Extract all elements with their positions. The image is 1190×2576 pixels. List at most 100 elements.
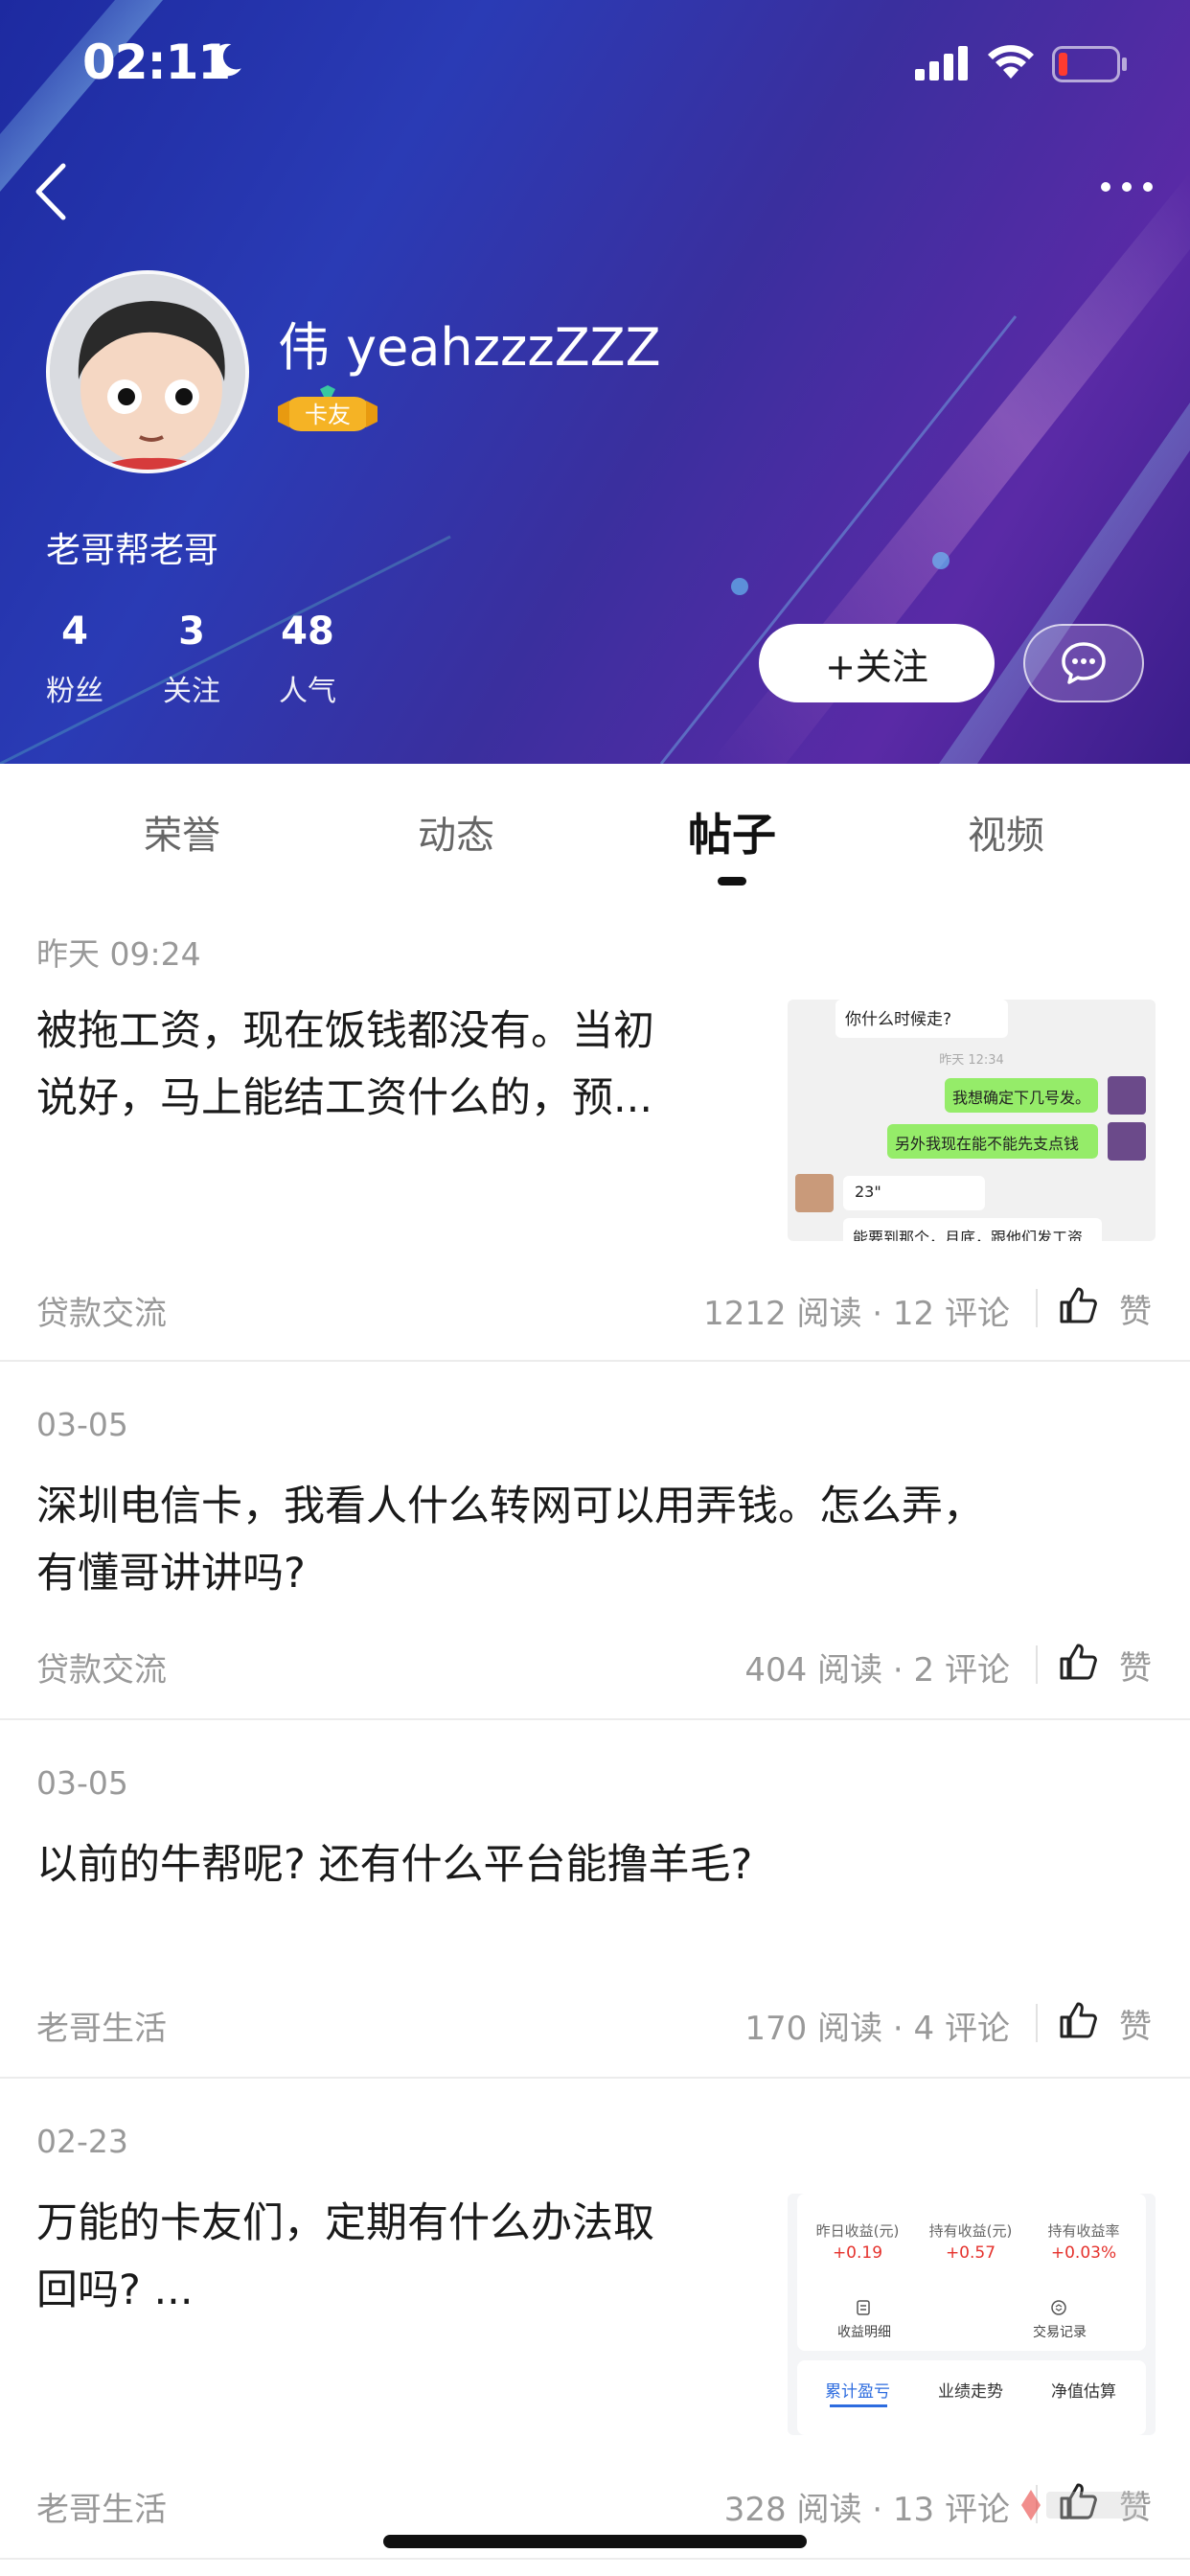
home-indicator [383, 2535, 807, 2548]
chat-bubble-outgoing: 我想确定下几号发。 [945, 1078, 1098, 1113]
like-label: 赞 [1119, 1293, 1152, 1331]
finance-tabs-card: 累计盈亏 业绩走势 净值估算 [797, 2360, 1146, 2435]
chat-voice-message: 23" [843, 1176, 985, 1210]
stat-popularity-value: 48 [281, 610, 334, 654]
finance-label: 持有收益率 [1047, 2222, 1120, 2240]
tab-videos[interactable]: 视频 [929, 804, 1083, 860]
chat-timestamp: 昨天 12:34 [939, 1053, 1004, 1068]
finance-tab: 累计盈亏 [825, 2382, 890, 2402]
profile-tabs: 荣誉 动态 帖子 视频 [0, 764, 1190, 888]
post-thumbnail-finance[interactable]: 昨日收益(元) 持有收益(元) 持有收益率 +0.19 +0.57 +0.03%… [788, 2194, 1156, 2435]
finance-tab: 业绩走势 [938, 2382, 1003, 2402]
post-stats: 328 阅读 · 13 评论 [723, 2491, 1010, 2529]
like-label: 赞 [1119, 2008, 1152, 2046]
tab-posts[interactable]: 帖子 [655, 800, 809, 863]
watermark-logo [1021, 2490, 1142, 2520]
post-item[interactable]: 02-23 万能的卡友们，定期有什么办法取 回吗? ... 昨日收益(元) 持有… [0, 2079, 1190, 2560]
divider [1036, 1289, 1038, 1327]
finance-label: 持有收益(元) [928, 2222, 1013, 2240]
profile-header: 02:11 伟 yeahzzzZZZ 卡友 老哥帮老哥 4 粉丝 3 关注 48… [0, 0, 1190, 764]
document-icon [857, 2300, 870, 2315]
transaction-icon [1051, 2300, 1066, 2315]
finance-label: 昨日收益(元) [815, 2222, 900, 2240]
message-button[interactable] [1023, 624, 1144, 702]
finance-action-label: 收益明细 [837, 2325, 891, 2340]
divider [1036, 2004, 1038, 2042]
back-button[interactable] [29, 158, 77, 225]
post-category[interactable]: 老哥生活 [36, 2483, 167, 2530]
post-category[interactable]: 贷款交流 [36, 1644, 167, 1690]
post-title: 深圳电信卡，我看人什么转网可以用弄钱。怎么弄， 有懂哥讲讲吗? [36, 1473, 1167, 1607]
battery-icon [1052, 46, 1127, 82]
post-category[interactable]: 贷款交流 [36, 1287, 167, 1334]
post-title-line: 说好，马上能结工资什么的，预... [36, 1074, 653, 1122]
stat-following-value: 3 [178, 610, 205, 654]
stat-popularity: 48 人气 [274, 610, 341, 709]
finance-tab: 净值估算 [1051, 2382, 1116, 2402]
chat-bubble-incoming: 能要到那个，月底，跟他们发工资 [843, 1218, 1102, 1241]
finance-action-label: 交易记录 [1033, 2325, 1087, 2340]
post-date: 02-23 [36, 2123, 128, 2160]
moon-icon [211, 43, 241, 77]
chat-bubble-icon [1062, 642, 1106, 684]
post-title: 被拖工资，现在饭钱都没有。当初 说好，马上能结工资什么的，预... [36, 998, 765, 1132]
post-category[interactable]: 老哥生活 [36, 2002, 167, 2049]
signal-icon [915, 46, 968, 80]
avatar-cartoon-face [50, 274, 245, 470]
like-button[interactable]: 赞 [1058, 1283, 1163, 1331]
thumbs-up-icon [1060, 1644, 1097, 1680]
post-thumbnail-chat[interactable]: 你什么时候走? 昨天 12:34 我想确定下几号发。 另外我现在能不能先支点钱 … [788, 1000, 1156, 1241]
post-stats: 1212 阅读 · 12 评论 [703, 1295, 1010, 1333]
finance-summary-card: 昨日收益(元) 持有收益(元) 持有收益率 +0.19 +0.57 +0.03%… [797, 2194, 1146, 2351]
stat-following-label: 关注 [163, 675, 220, 708]
badge-label: 卡友 [305, 402, 351, 428]
post-item[interactable]: 昨天 09:24 被拖工资，现在饭钱都没有。当初 说好，马上能结工资什么的，预.… [0, 888, 1190, 1362]
stat-following[interactable]: 3 关注 [161, 610, 222, 709]
active-tab-indicator [718, 877, 746, 886]
status-bar: 02:11 [0, 0, 1190, 125]
post-item[interactable]: 03-05 以前的牛帮呢? 还有什么平台能撸羊毛? 老哥生活 170 阅读 · … [0, 1720, 1190, 2079]
follow-button[interactable]: +关注 [759, 624, 995, 702]
finance-value: +0.57 [945, 2243, 996, 2263]
post-date: 03-05 [36, 1406, 128, 1443]
post-item[interactable]: 03-05 深圳电信卡，我看人什么转网可以用弄钱。怎么弄， 有懂哥讲讲吗? 贷款… [0, 1362, 1190, 1720]
post-title-line: 被拖工资，现在饭钱都没有。当初 [36, 1007, 654, 1055]
card-friend-badge: 卡友 [278, 385, 378, 431]
post-title-line: 以前的牛帮呢? 还有什么平台能撸羊毛? [36, 1841, 753, 1889]
finance-tab-indicator [830, 2404, 887, 2407]
wifi-icon [988, 45, 1034, 79]
thumbs-up-icon [1060, 2002, 1097, 2038]
thumbs-up-icon [1060, 1287, 1097, 1323]
post-title-line: 万能的卡友们，定期有什么办法取 [36, 2199, 654, 2247]
post-date: 03-05 [36, 1764, 128, 1802]
tab-activity[interactable]: 动态 [379, 804, 533, 860]
stat-fans-value: 4 [61, 610, 88, 654]
like-button[interactable]: 赞 [1058, 1640, 1163, 1688]
divider [1036, 1645, 1038, 1684]
more-options-button[interactable] [1098, 172, 1156, 201]
avatar[interactable] [46, 270, 249, 473]
stat-popularity-label: 人气 [279, 675, 336, 708]
chat-avatar [1108, 1076, 1146, 1115]
finance-value: +0.03% [1050, 2243, 1117, 2263]
stat-fans-label: 粉丝 [46, 675, 103, 708]
chat-avatar [1108, 1122, 1146, 1161]
username: 伟 yeahzzzZZZ [278, 317, 661, 378]
post-title: 万能的卡友们，定期有什么办法取 回吗? ... [36, 2190, 765, 2324]
post-stats: 404 阅读 · 2 评论 [744, 1651, 1010, 1690]
post-date: 昨天 09:24 [36, 935, 201, 973]
profile-bio: 老哥帮老哥 [46, 531, 219, 570]
post-stats: 170 阅读 · 4 评论 [744, 2010, 1010, 2048]
post-title-line: 回吗? ... [36, 2266, 194, 2314]
chat-bubble-outgoing: 另外我现在能不能先支点钱 [887, 1124, 1098, 1159]
post-title-line: 深圳电信卡，我看人什么转网可以用弄钱。怎么弄， [36, 1483, 984, 1530]
tab-honor[interactable]: 荣誉 [105, 804, 259, 860]
finance-value: +0.19 [832, 2243, 883, 2263]
like-button[interactable]: 赞 [1058, 1998, 1163, 2046]
post-title-line: 有懂哥讲讲吗? [36, 1550, 306, 1598]
stat-fans[interactable]: 4 粉丝 [44, 610, 105, 709]
like-label: 赞 [1119, 1649, 1152, 1688]
chat-avatar [795, 1174, 834, 1212]
chat-bubble-incoming: 你什么时候走? [835, 1000, 1008, 1038]
post-title: 以前的牛帮呢? 还有什么平台能撸羊毛? [36, 1831, 1167, 1898]
